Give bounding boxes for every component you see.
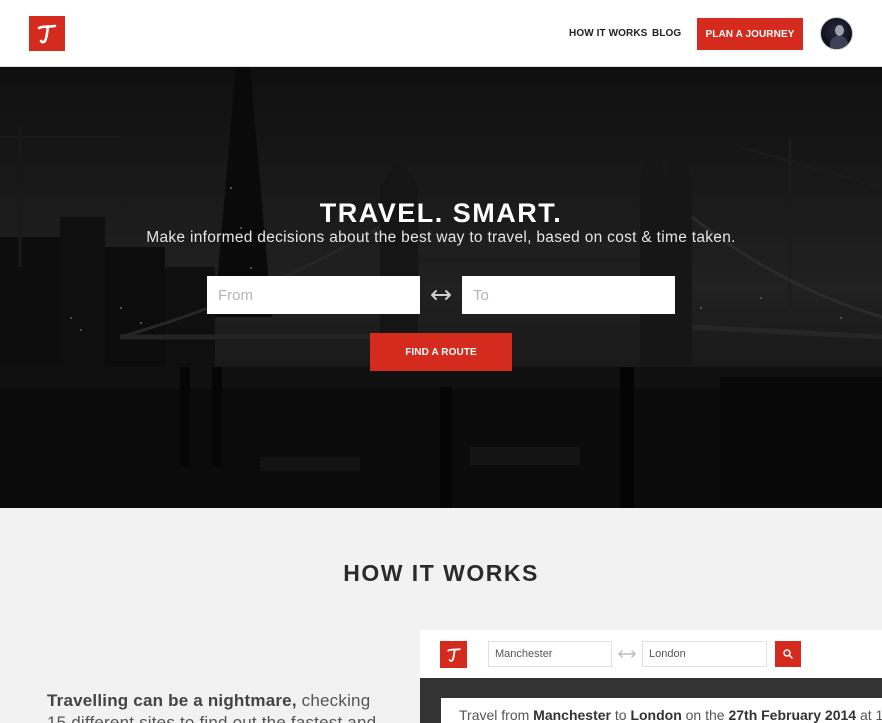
- preview-from-field: Manchester: [488, 641, 612, 667]
- hero-subtitle: Make informed decisions about the best w…: [146, 229, 736, 246]
- result-date: 27th February 2014: [728, 707, 857, 723]
- hero-banner: TRAVEL. SMART. Make informed decisions a…: [0, 67, 882, 508]
- how-it-works-intro: Travelling can be a nightmare, checking …: [47, 690, 387, 723]
- find-a-route-button[interactable]: FIND A ROUTE: [370, 333, 512, 371]
- logo-glyph: [37, 24, 57, 43]
- intro-bold-text: Travelling can be a nightmare,: [47, 691, 297, 710]
- result-prefix: Travel from: [459, 707, 534, 723]
- user-avatar[interactable]: [820, 17, 853, 50]
- avatar-head: [835, 25, 844, 36]
- avatar-body: [830, 36, 848, 49]
- preview-to-field: London: [642, 641, 767, 667]
- hero-title: TRAVEL. SMART.: [319, 198, 563, 228]
- preview-logo-icon: [440, 641, 467, 668]
- site-header: HOW IT WORKS BLOG PLAN A JOURNEY: [0, 0, 882, 67]
- t-logo-icon[interactable]: [29, 16, 65, 51]
- how-it-works-title: HOW IT WORKS: [343, 560, 539, 586]
- from-input[interactable]: [207, 276, 420, 314]
- result-mid: to: [610, 707, 631, 723]
- search-glyph: [783, 649, 793, 659]
- result-from: Manchester: [533, 707, 611, 723]
- preview-swap-icon: [618, 650, 636, 658]
- result-suffix: at 1: [856, 707, 882, 723]
- result-on: on the: [681, 707, 729, 723]
- app-preview: Manchester London Travel from Manchester…: [420, 630, 882, 723]
- result-to: London: [630, 707, 682, 723]
- preview-results-area: Travel from Manchester to London on the …: [420, 678, 882, 723]
- search-icon: [775, 641, 801, 667]
- preview-logo-glyph: [446, 647, 461, 662]
- preview-result-card: Travel from Manchester to London on the …: [441, 698, 882, 723]
- to-input[interactable]: [462, 276, 675, 314]
- nav-how-it-works[interactable]: HOW IT WORKS: [569, 28, 647, 39]
- plan-a-journey-button[interactable]: PLAN A JOURNEY: [697, 18, 803, 50]
- nav-blog[interactable]: BLOG: [652, 28, 681, 39]
- swap-arrows-icon[interactable]: [430, 288, 452, 302]
